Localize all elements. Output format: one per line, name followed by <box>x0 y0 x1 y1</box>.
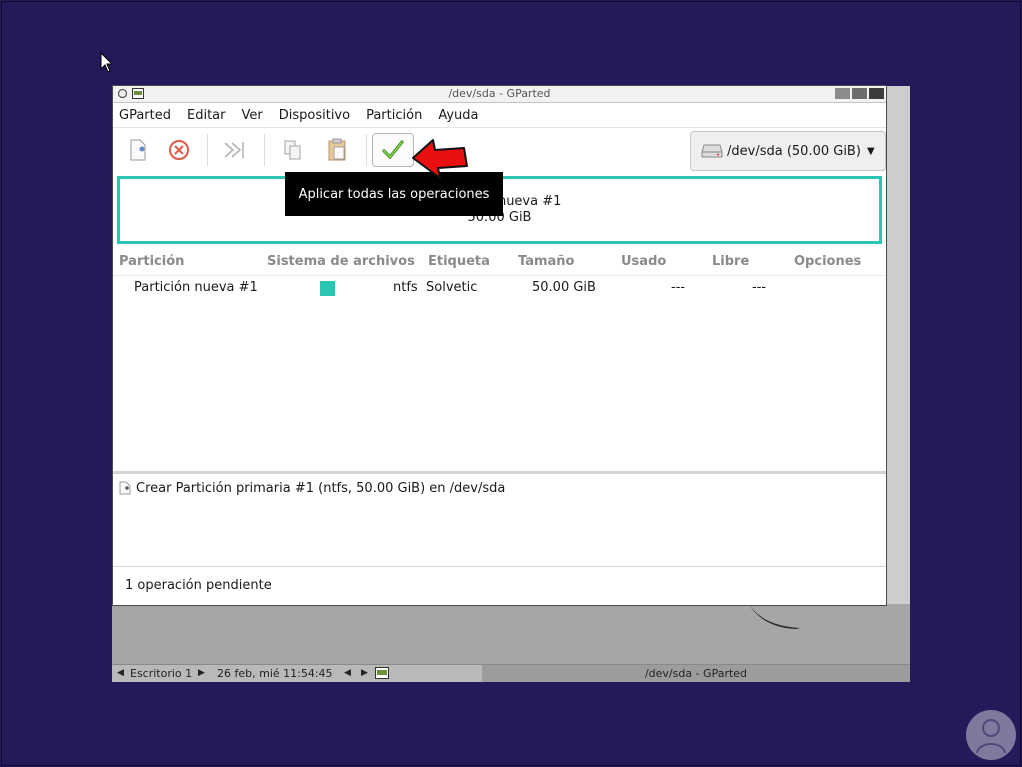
paste-button[interactable] <box>320 134 354 166</box>
partition-table: Partición Sistema de archivos Etiqueta T… <box>113 251 886 302</box>
window-controls <box>835 88 884 99</box>
copy-button[interactable] <box>276 134 310 166</box>
device-label: /dev/sda (50.00 GiB) <box>727 143 861 159</box>
tooltip-text: Aplicar todas las operaciones <box>298 186 490 202</box>
apply-all-operations-button[interactable] <box>372 133 414 167</box>
cell-label: Solvetic <box>426 280 478 295</box>
paste-icon <box>328 138 346 161</box>
workspace-label[interactable]: Escritorio 1 <box>130 667 192 680</box>
checkmark-icon <box>382 140 404 160</box>
new-document-icon <box>130 139 146 161</box>
menubar: GParted Editar Ver Dispositivo Partición… <box>113 103 886 128</box>
gparted-task-icon <box>375 667 389 679</box>
column-header-etiqueta[interactable]: Etiqueta <box>428 254 490 269</box>
desktop-swoosh-decoration <box>750 606 800 629</box>
cell-partition: Partición nueva #1 <box>134 280 258 295</box>
toolbar: /dev/sda (50.00 GiB) ▼ <box>113 128 886 174</box>
cell-used: --- <box>671 280 686 295</box>
device-selector[interactable]: /dev/sda (50.00 GiB) ▼ <box>690 131 886 171</box>
operation-text: Crear Partición primaria #1 (ntfs, 50.00… <box>136 480 506 496</box>
menu-editar[interactable]: Editar <box>187 108 234 123</box>
next-task-icon[interactable]: ▶ <box>361 668 368 678</box>
new-partition-button[interactable] <box>121 134 155 166</box>
column-header-libre[interactable]: Libre <box>712 254 749 269</box>
next-workspace-icon[interactable]: ▶ <box>198 668 205 678</box>
hard-disk-icon <box>701 144 723 158</box>
menu-dispositivo[interactable]: Dispositivo <box>279 108 358 123</box>
window-titlebar[interactable]: /dev/sda - GParted <box>113 86 886 103</box>
resize-arrow-icon <box>224 142 244 158</box>
copy-icon <box>284 140 301 160</box>
column-header-tamano[interactable]: Tamaño <box>518 254 574 269</box>
table-header: Partición Sistema de archivos Etiqueta T… <box>113 251 886 276</box>
gparted-window: /dev/sda - GParted GParted Editar Ver Di… <box>112 85 887 606</box>
table-row[interactable]: Partición nueva #1 ntfs Solvetic 50.00 G… <box>113 276 886 302</box>
menu-gparted[interactable]: GParted <box>119 108 179 123</box>
toolbar-separator <box>264 134 265 166</box>
delete-partition-button[interactable] <box>162 134 196 166</box>
prev-workspace-icon[interactable]: ◀ <box>117 668 124 678</box>
mouse-cursor-icon <box>100 52 114 73</box>
prev-task-icon[interactable]: ◀ <box>344 668 351 678</box>
new-document-icon <box>119 481 131 495</box>
watermark-logo-icon <box>966 710 1016 760</box>
delete-icon <box>169 140 189 160</box>
window-title: /dev/sda - GParted <box>448 87 551 100</box>
status-text: 1 operación pendiente <box>125 578 272 593</box>
cell-free: --- <box>752 280 767 295</box>
column-header-particion[interactable]: Partición <box>119 254 184 269</box>
maximize-button[interactable] <box>852 88 867 99</box>
column-header-usado[interactable]: Usado <box>621 254 666 269</box>
chevron-down-icon: ▼ <box>866 145 875 157</box>
taskbar-task-title: /dev/sda - GParted <box>644 667 748 680</box>
toolbar-separator <box>207 134 208 166</box>
bottom-panel: ◀ Escritorio 1 ▶ 26 feb, mié 11:54:45 ◀ … <box>112 664 910 682</box>
cell-size: 50.00 GiB <box>532 280 596 295</box>
menu-ayuda[interactable]: Ayuda <box>438 108 486 123</box>
statusbar: 1 operación pendiente <box>113 566 886 605</box>
menu-ver[interactable]: Ver <box>242 108 271 123</box>
column-header-sistema[interactable]: Sistema de archivos <box>267 254 415 269</box>
menu-particion[interactable]: Partición <box>366 108 430 123</box>
filesystem-color-swatch <box>320 281 335 296</box>
resize-move-button[interactable] <box>217 134 251 166</box>
close-button[interactable] <box>869 88 884 99</box>
toolbar-separator <box>366 134 367 166</box>
minimize-button[interactable] <box>835 88 850 99</box>
clock: 26 feb, mié 11:54:45 <box>217 667 333 680</box>
column-header-opciones[interactable]: Opciones <box>794 254 861 269</box>
cell-filesystem: ntfs <box>393 280 418 295</box>
red-pointer-arrow-icon <box>412 139 468 179</box>
pending-operations-list: Crear Partición primaria #1 (ntfs, 50.00… <box>113 474 886 566</box>
list-item[interactable]: Crear Partición primaria #1 (ntfs, 50.00… <box>113 477 886 499</box>
